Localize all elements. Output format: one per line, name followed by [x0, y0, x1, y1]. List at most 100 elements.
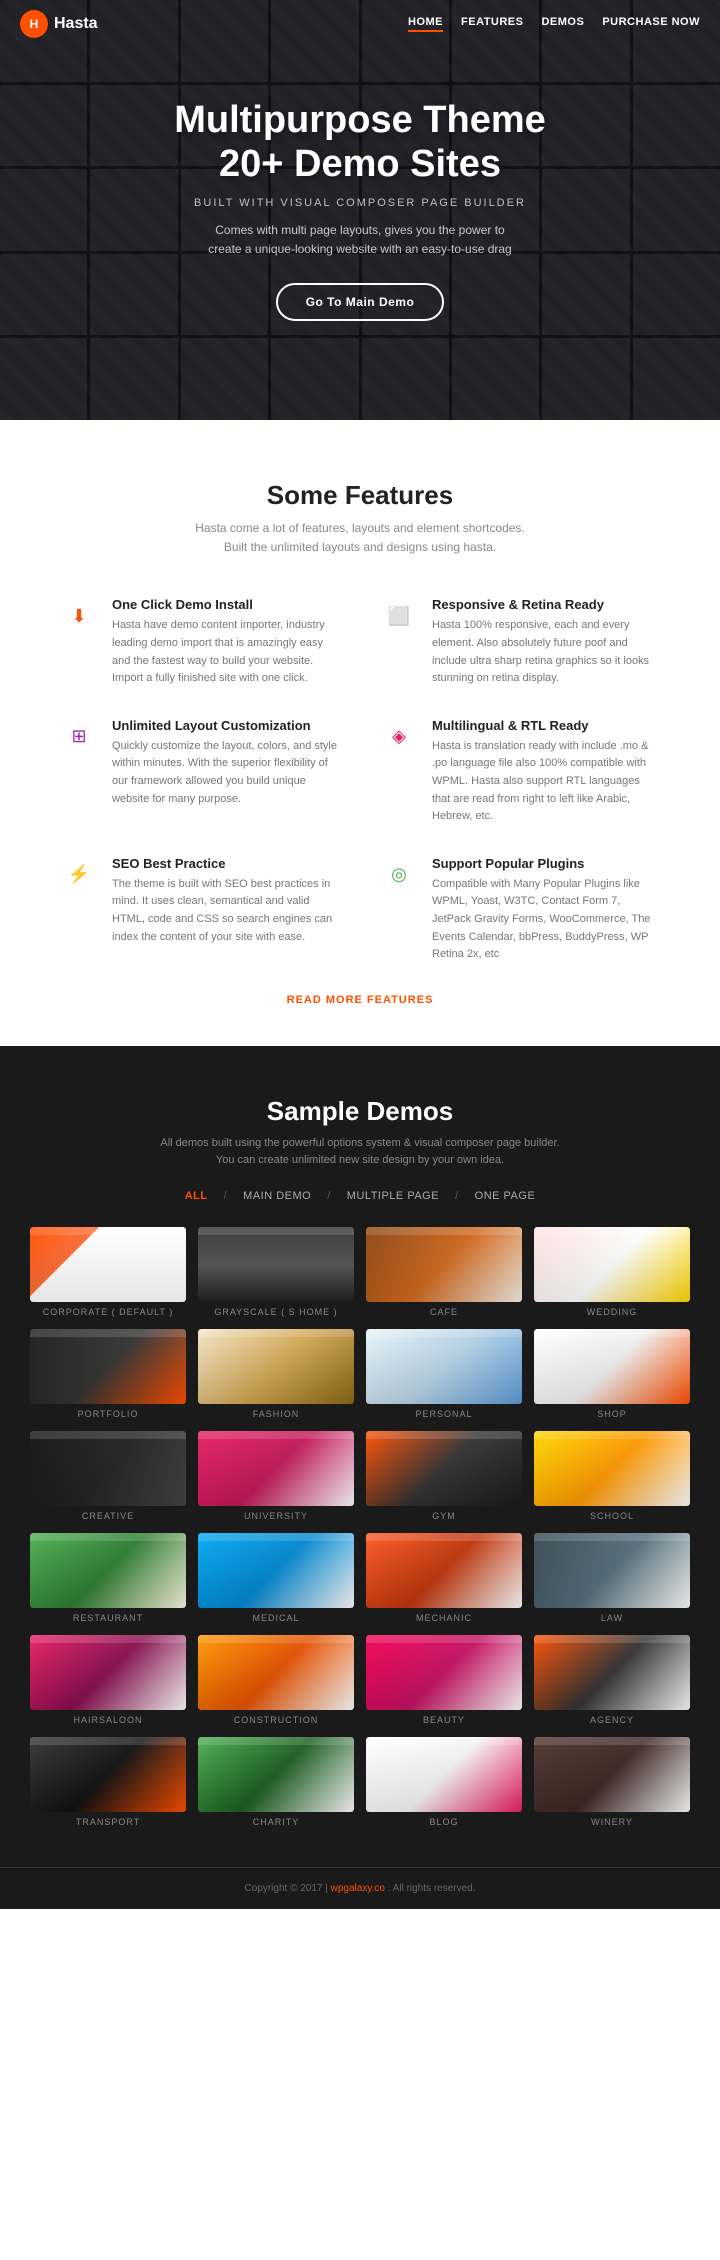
demo-thumb-inner-blog — [366, 1737, 522, 1812]
filter-main[interactable]: MAIN DEMO — [235, 1190, 319, 1202]
demo-thumb-shop — [534, 1329, 690, 1404]
nav-purchase[interactable]: PURCHASE NOW — [602, 16, 700, 32]
hero-subtitle: BUILT WITH VISUAL COMPOSER PAGE BUILDER — [174, 197, 546, 209]
nav-features[interactable]: FEATURES — [461, 16, 523, 32]
demo-card-gym[interactable]: GYM — [366, 1431, 522, 1521]
feature-one-click-desc: Hasta have demo content importer, indust… — [112, 617, 340, 687]
feature-responsive-text: Responsive & Retina Ready Hasta 100% res… — [432, 597, 660, 687]
feature-layout-text: Unlimited Layout Customization Quickly c… — [112, 718, 340, 808]
demo-label-corporate: CORPORATE ( DEFAULT ) — [30, 1307, 186, 1317]
layout-icon: ⊞ — [60, 718, 98, 756]
feature-seo-title: SEO Best Practice — [112, 856, 340, 871]
demos-title: Sample Demos — [30, 1096, 690, 1127]
demo-card-restaurant[interactable]: RESTAURANT — [30, 1533, 186, 1623]
demo-thumb-medical — [198, 1533, 354, 1608]
demo-thumb-inner-construction — [198, 1635, 354, 1710]
one-click-icon: ⬇ — [60, 597, 98, 635]
demo-card-creative[interactable]: CREATIVE — [30, 1431, 186, 1521]
demo-label-portfolio: PORTFOLIO — [30, 1409, 186, 1419]
demo-card-cafe[interactable]: CAFE — [366, 1227, 522, 1317]
demo-card-charity[interactable]: CHARITY — [198, 1737, 354, 1827]
demo-thumb-mechanic — [366, 1533, 522, 1608]
hero-description: Comes with multi page layouts, gives you… — [200, 221, 520, 259]
demo-label-transport: TRANSPORT — [30, 1817, 186, 1827]
demo-thumb-inner-medical — [198, 1533, 354, 1608]
responsive-icon: ⬜ — [380, 597, 418, 635]
feature-seo-desc: The theme is built with SEO best practic… — [112, 876, 340, 946]
demo-label-university: UNIVERSITY — [198, 1511, 354, 1521]
demo-thumb-inner-restaurant — [30, 1533, 186, 1608]
demos-filter: ALL / MAIN DEMO / MULTIPLE PAGE / ONE PA… — [30, 1190, 690, 1202]
demo-card-medical[interactable]: MEDICAL — [198, 1533, 354, 1623]
demo-card-corporate[interactable]: CORPORATE ( DEFAULT ) — [30, 1227, 186, 1317]
feature-seo: ⚡ SEO Best Practice The theme is built w… — [60, 856, 340, 964]
demo-card-portfolio[interactable]: PORTFOLIO — [30, 1329, 186, 1419]
nav-home[interactable]: HOME — [408, 16, 443, 32]
demo-label-blog: BLOG — [366, 1817, 522, 1827]
demo-thumb-hairsaloon — [30, 1635, 186, 1710]
demo-thumb-inner-mechanic — [366, 1533, 522, 1608]
feature-one-click-title: One Click Demo Install — [112, 597, 340, 612]
read-more-link[interactable]: READ MORE FEATURES — [60, 994, 660, 1006]
features-section: Some Features Hasta come a lot of featur… — [0, 420, 720, 1046]
filter-multiple[interactable]: MULTIPLE PAGE — [339, 1190, 447, 1202]
demo-thumb-inner-fashion — [198, 1329, 354, 1404]
demo-card-blog[interactable]: BLOG — [366, 1737, 522, 1827]
demo-card-personal[interactable]: PERSONAL — [366, 1329, 522, 1419]
features-subtitle: Hasta come a lot of features, layouts an… — [60, 519, 660, 557]
feature-layout-desc: Quickly customize the layout, colors, an… — [112, 738, 340, 808]
demo-label-shop: SHOP — [534, 1409, 690, 1419]
demo-label-cafe: CAFE — [366, 1307, 522, 1317]
demo-thumb-inner-university — [198, 1431, 354, 1506]
demo-thumb-transport — [30, 1737, 186, 1812]
demo-card-school[interactable]: SCHOOL — [534, 1431, 690, 1521]
demo-card-winery[interactable]: WINERY — [534, 1737, 690, 1827]
filter-onepage[interactable]: ONE PAGE — [467, 1190, 544, 1202]
logo[interactable]: H Hasta — [20, 10, 98, 38]
demo-card-beauty[interactable]: BEAUTY — [366, 1635, 522, 1725]
demo-thumb-law — [534, 1533, 690, 1608]
demo-card-fashion[interactable]: FASHION — [198, 1329, 354, 1419]
demo-card-shop[interactable]: SHOP — [534, 1329, 690, 1419]
demo-thumb-inner-portfolio — [30, 1329, 186, 1404]
feature-multilingual-text: Multilingual & RTL Ready Hasta is transl… — [432, 718, 660, 826]
demo-card-grayscale[interactable]: GRAYSCALE ( S HOME ) — [198, 1227, 354, 1317]
features-title: Some Features — [60, 480, 660, 511]
demo-card-hairsaloon[interactable]: HAIRSALOON — [30, 1635, 186, 1725]
demo-thumb-inner-shop — [534, 1329, 690, 1404]
demo-label-law: LAW — [534, 1613, 690, 1623]
demo-thumb-inner-hairsaloon — [30, 1635, 186, 1710]
demos-subtitle: All demos built using the powerful optio… — [30, 1135, 690, 1170]
demo-card-mechanic[interactable]: MECHANIC — [366, 1533, 522, 1623]
demo-thumb-portfolio — [30, 1329, 186, 1404]
nav-demos[interactable]: DEMOS — [541, 16, 584, 32]
footer-link[interactable]: wpgalaxy.co — [331, 1883, 385, 1894]
hero-cta-button[interactable]: Go To Main Demo — [276, 283, 445, 321]
feature-plugins-desc: Compatible with Many Popular Plugins lik… — [432, 876, 660, 964]
demo-thumb-inner-winery — [534, 1737, 690, 1812]
demo-thumb-university — [198, 1431, 354, 1506]
logo-icon: H — [20, 10, 48, 38]
demo-thumb-creative — [30, 1431, 186, 1506]
logo-text: Hasta — [54, 15, 98, 33]
demo-thumb-blog — [366, 1737, 522, 1812]
navigation: H Hasta HOME FEATURES DEMOS PURCHASE NOW — [0, 0, 720, 48]
demo-thumb-inner-agency — [534, 1635, 690, 1710]
demo-thumb-gym — [366, 1431, 522, 1506]
demo-card-wedding[interactable]: WEDDING — [534, 1227, 690, 1317]
filter-all[interactable]: ALL — [177, 1190, 216, 1202]
demo-label-agency: AGENCY — [534, 1715, 690, 1725]
demo-label-charity: CHARITY — [198, 1817, 354, 1827]
footer-text: Copyright © 2017 | wpgalaxy.co . All rig… — [15, 1883, 705, 1894]
feature-layout-title: Unlimited Layout Customization — [112, 718, 340, 733]
demo-card-transport[interactable]: TRANSPORT — [30, 1737, 186, 1827]
hero-title: Multipurpose Theme20+ Demo Sites — [174, 99, 546, 186]
demo-card-university[interactable]: UNIVERSITY — [198, 1431, 354, 1521]
feature-plugins: ◎ Support Popular Plugins Compatible wit… — [380, 856, 660, 964]
feature-responsive-desc: Hasta 100% responsive, each and every el… — [432, 617, 660, 687]
demo-thumb-fashion — [198, 1329, 354, 1404]
demo-thumb-grayscale — [198, 1227, 354, 1302]
demo-card-law[interactable]: LAW — [534, 1533, 690, 1623]
demo-card-construction[interactable]: CONSTRUCTION — [198, 1635, 354, 1725]
demo-card-agency[interactable]: AGENCY — [534, 1635, 690, 1725]
